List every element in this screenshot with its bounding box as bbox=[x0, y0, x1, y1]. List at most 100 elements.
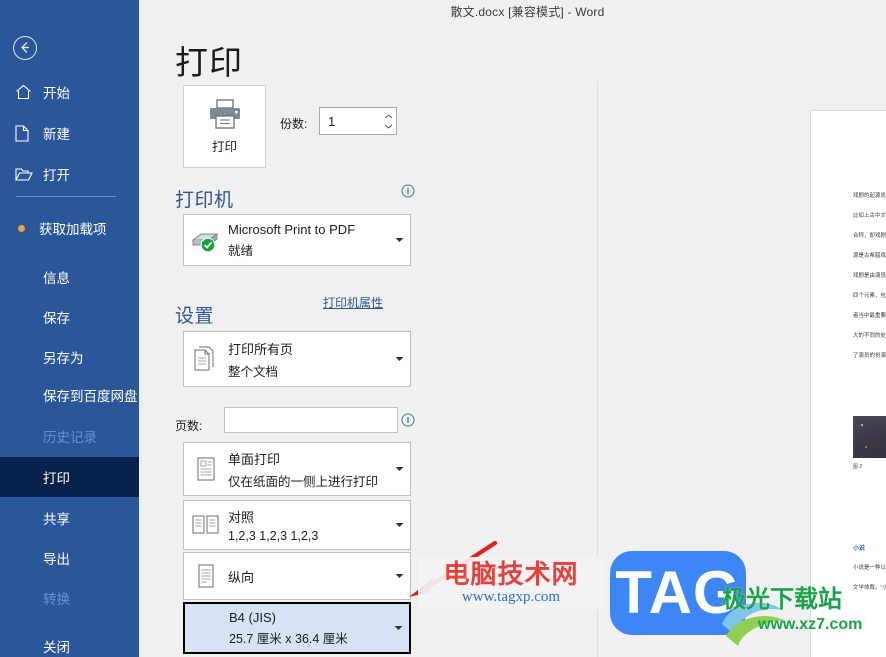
chevron-down-icon[interactable] bbox=[388, 466, 410, 472]
orientation-texts: 纵向 bbox=[228, 567, 388, 586]
paper-size-combobox[interactable]: B4 (JIS) 25.7 厘米 x 36.4 厘米 bbox=[183, 602, 411, 654]
sidebar-item-convert: 转换 bbox=[0, 578, 139, 618]
print-range-line2: 整个文档 bbox=[228, 364, 279, 379]
pages-value bbox=[225, 408, 397, 418]
collation-line2: 1,2,3 1,2,3 1,2,3 bbox=[228, 529, 319, 543]
print-sides-line2: 仅在纸面的一侧上进行打印 bbox=[228, 474, 379, 489]
title-bar: 散文.docx [兼容模式] - Word bbox=[139, 0, 886, 22]
copies-label: 份数: bbox=[280, 117, 308, 131]
sidebar-item-home[interactable]: 开始 bbox=[0, 72, 139, 112]
back-button[interactable] bbox=[13, 36, 37, 60]
pages-input[interactable] bbox=[224, 407, 398, 433]
paper-size-line1: B4 (JIS) bbox=[229, 609, 276, 625]
watermark-tagxp-url: www.tagxp.com bbox=[461, 589, 561, 605]
printer-combobox-texts: Microsoft Print to PDF 就绪 bbox=[228, 222, 388, 259]
paper-size-texts: B4 (JIS) 25.7 厘米 x 36.4 厘米 bbox=[229, 610, 387, 647]
printer-info-icon[interactable] bbox=[401, 184, 415, 198]
sidebar-item-label: 历史记录 bbox=[43, 430, 97, 445]
copies-input[interactable]: 1 bbox=[319, 107, 397, 135]
sidebar-item-label: 导出 bbox=[43, 552, 70, 567]
chevron-down-icon[interactable] bbox=[388, 356, 410, 362]
pages-stack-icon bbox=[184, 345, 228, 373]
preview-image bbox=[853, 416, 886, 458]
sidebar-item-open[interactable]: 打开 bbox=[0, 154, 139, 194]
preview-text-line: 四个元素，包括了“演员”、“故事”（情 bbox=[853, 292, 886, 300]
sidebar-item-history: 历史记录 bbox=[0, 416, 139, 456]
sidebar-item-save-to-baidu-netdisk[interactable]: 保存到百度网盘 bbox=[0, 375, 139, 415]
sidebar-item-share[interactable]: 共享 bbox=[0, 498, 139, 538]
sidebar-item-export[interactable]: 导出 bbox=[0, 538, 139, 578]
preview-text-line: 了演员的扮演，那么所演出的便不再 bbox=[853, 352, 886, 360]
one-sided-icon bbox=[184, 455, 228, 483]
preview-text-line: 合称，即戏剧的原始形态。另一为希 bbox=[853, 232, 886, 240]
printer-status: 就绪 bbox=[228, 243, 254, 258]
sidebar-item-label: 打开 bbox=[43, 168, 70, 183]
sidebar-item-print[interactable]: 打印 bbox=[0, 457, 139, 497]
pages-label: 页数: bbox=[175, 419, 203, 433]
sidebar-item-label: 保存到百度网盘 bbox=[43, 389, 138, 404]
collation-line1: 对照 bbox=[228, 510, 255, 525]
sidebar-item-new[interactable]: 新建 bbox=[0, 113, 139, 153]
pages-info-icon[interactable] bbox=[401, 413, 415, 427]
sidebar-item-get-addins[interactable]: 获取加载项 bbox=[0, 208, 139, 248]
print-sides-combobox[interactable]: 单面打印 仅在纸面的一侧上进行打印 bbox=[183, 442, 411, 496]
backstage-sidebar: 开始 新建 打开 获取加载项 信息 保存 另存为 保存到百度网盘 历史记录 打印… bbox=[0, 0, 139, 657]
preview-page: 戏剧的起源尚不可考，有多种假说。 比如上古中文，“巫”、“灵”、“霝”三 合称，… bbox=[810, 110, 886, 657]
chevron-down-icon[interactable] bbox=[387, 625, 409, 631]
preview-image-caption: 图 2 bbox=[853, 464, 863, 470]
printer-device-icon bbox=[184, 227, 228, 253]
preview-text-line: 戏剧的起源尚不可考，有多种假说。 bbox=[853, 192, 886, 200]
sidebar-item-label: 开始 bbox=[43, 86, 70, 101]
watermark-jiguang: 极光下载站 www.xz7.com bbox=[722, 586, 862, 634]
chevron-down-icon[interactable] bbox=[388, 237, 410, 243]
sidebar-item-save[interactable]: 保存 bbox=[0, 297, 139, 337]
copies-stepper[interactable] bbox=[380, 108, 396, 134]
preview-text-line: 大的不同的处便在于扮演了。通过演 bbox=[853, 332, 886, 340]
copies-value: 1 bbox=[328, 113, 336, 129]
sidebar-divider bbox=[16, 196, 116, 197]
print-range-texts: 打印所有页 整个文档 bbox=[228, 339, 388, 380]
back-arrow-icon bbox=[21, 42, 29, 53]
sidebar-item-label: 另存为 bbox=[43, 351, 84, 366]
print-button[interactable]: 打印 bbox=[183, 85, 266, 168]
sidebar-item-label: 打印 bbox=[43, 471, 70, 486]
addin-dot-icon bbox=[18, 224, 25, 232]
sidebar-item-label: 转换 bbox=[43, 592, 70, 607]
watermark-jiguang-url: www.xz7.com bbox=[758, 616, 863, 633]
sidebar-item-label: 获取加载项 bbox=[39, 222, 107, 237]
collation-combobox[interactable]: 对照 1,2,3 1,2,3 1,2,3 bbox=[183, 500, 411, 550]
chevron-down-icon[interactable] bbox=[388, 573, 410, 579]
home-icon bbox=[15, 84, 41, 100]
sidebar-item-label: 信息 bbox=[43, 271, 70, 286]
chevron-up-icon bbox=[384, 113, 392, 118]
print-range-combobox[interactable]: 打印所有页 整个文档 bbox=[183, 331, 411, 387]
printer-properties-link[interactable]: 打印机属性 bbox=[323, 294, 383, 311]
preview-text-line: 小说是一种以刻画人物形象为中心、 bbox=[853, 564, 886, 572]
collation-texts: 对照 1,2,3 1,2,3 1,2,3 bbox=[228, 507, 388, 543]
chevron-down-icon[interactable] bbox=[388, 522, 410, 528]
sidebar-item-label: 共享 bbox=[43, 512, 70, 527]
settings-section-title: 设置 bbox=[175, 306, 215, 327]
print-sides-texts: 单面打印 仅在纸面的一侧上进行打印 bbox=[228, 449, 388, 490]
sidebar-item-close[interactable]: 关闭 bbox=[0, 626, 139, 657]
chevron-down-icon bbox=[384, 124, 392, 129]
preview-section-heading: 小说 bbox=[853, 546, 866, 552]
print-button-label: 打印 bbox=[211, 140, 237, 154]
print-range-line1: 打印所有页 bbox=[228, 341, 294, 357]
sidebar-item-info[interactable]: 信息 bbox=[0, 257, 139, 297]
print-sides-line1: 单面打印 bbox=[228, 451, 281, 467]
preview-text-line: 文学体裁。“小说”一词出自《庄子·外 bbox=[853, 584, 886, 592]
watermark-jiguang-title: 极光下载站 bbox=[722, 586, 842, 613]
printer-icon bbox=[209, 99, 240, 129]
printer-section-title: 打印机 bbox=[175, 190, 234, 211]
sidebar-item-save-as[interactable]: 另存为 bbox=[0, 337, 139, 377]
preview-text-line: 比如上古中文，“巫”、“灵”、“霝”三 bbox=[853, 212, 886, 220]
portrait-icon bbox=[184, 562, 228, 590]
printer-combobox[interactable]: Microsoft Print to PDF 就绪 bbox=[183, 214, 411, 266]
watermark-tagxp-title: 电脑技术网 bbox=[443, 559, 579, 589]
orientation-combobox[interactable]: 纵向 bbox=[183, 552, 411, 600]
watermark-tagxp: 电脑技术网 www.tagxp.com bbox=[418, 557, 604, 609]
preview-text-line: 者当中最重要的元素，他是角色的代 bbox=[853, 312, 886, 320]
window-title: 散文.docx [兼容模式] - Word bbox=[450, 4, 605, 19]
orientation-line1: 纵向 bbox=[228, 569, 255, 585]
